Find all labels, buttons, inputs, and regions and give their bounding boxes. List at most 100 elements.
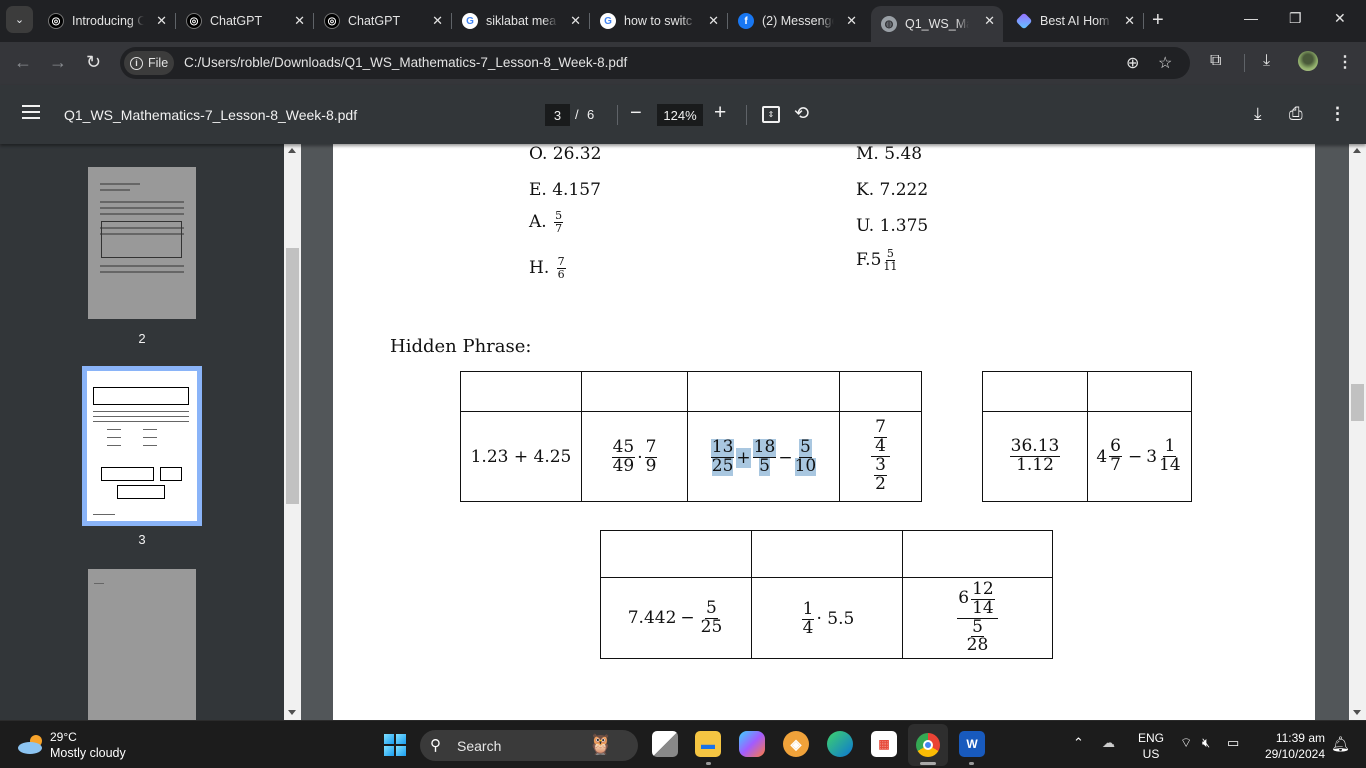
volume-muted-icon[interactable]: 🔇︎ <box>1202 735 1210 751</box>
thumb-text <box>100 213 184 215</box>
zoom-in-button[interactable]: + <box>714 101 726 125</box>
tab-siklabat[interactable]: G siklabat mea ✕ <box>452 6 590 36</box>
thumb-text <box>143 437 157 438</box>
wifi-icon[interactable]: ⌔ <box>1180 735 1192 751</box>
rotate-icon[interactable]: ⟲ <box>794 103 809 124</box>
weather-description[interactable]: Mostly cloudy <box>50 746 126 760</box>
onedrive-cloud-icon[interactable]: ☁ <box>1102 735 1115 751</box>
new-tab-button[interactable]: + <box>1152 10 1164 30</box>
problem-cell: 74 32 <box>839 411 922 502</box>
close-icon[interactable]: ✕ <box>846 13 857 29</box>
answer-cell[interactable] <box>1087 371 1192 412</box>
show-hidden-icons-chevron[interactable]: ⌃ <box>1073 735 1084 751</box>
thumb-text <box>143 445 157 446</box>
vpn-shield-icon[interactable]: ◈ <box>783 731 809 757</box>
close-icon[interactable]: ✕ <box>570 13 581 29</box>
tab-introducing[interactable]: ◎ Introducing C ✕ <box>38 6 176 36</box>
toolbar-divider <box>617 105 618 125</box>
page-number-input[interactable]: 3 <box>545 104 570 126</box>
task-view-icon[interactable] <box>652 731 678 757</box>
back-arrow-icon[interactable]: ← <box>14 52 32 73</box>
reload-icon[interactable]: ↻ <box>86 52 101 73</box>
tab-best-ai[interactable]: Best AI Hom ✕ <box>1006 6 1144 36</box>
zoom-level-input[interactable]: 124% <box>657 104 703 126</box>
zoom-out-button[interactable]: − <box>630 102 642 125</box>
forward-arrow-icon[interactable]: → <box>49 52 67 73</box>
answer-cell[interactable] <box>687 371 840 412</box>
scroll-down-arrow-icon[interactable] <box>288 710 296 715</box>
microsoft-store-icon[interactable]: ▦ <box>871 731 897 757</box>
pdf-filename: Q1_WS_Mathematics-7_Lesson-8_Week-8.pdf <box>64 107 358 123</box>
chrome-menu-icon[interactable]: ⋮ <box>1337 52 1353 72</box>
tab-how-to-switch[interactable]: G how to switc ✕ <box>590 6 728 36</box>
address-bar[interactable]: i File C:/Users/roble/Downloads/Q1_WS_Ma… <box>120 47 1190 79</box>
viewer-scroll-thumb[interactable] <box>1351 384 1364 421</box>
minimize-button[interactable]: — <box>1244 10 1258 26</box>
print-icon[interactable]: ⎙ <box>1289 104 1303 124</box>
chrome-icon[interactable] <box>908 724 948 766</box>
fit-to-page-icon[interactable]: ⇕ <box>762 106 780 123</box>
answer-cell[interactable] <box>751 530 903 578</box>
scroll-up-arrow-icon[interactable] <box>288 148 296 153</box>
system-clock[interactable]: 11:39 am 29/10/2024 <box>1255 730 1325 762</box>
viewer-scrollbar[interactable] <box>1349 144 1366 720</box>
tab-pdf-active[interactable]: ◍ Q1_WS_Math ✕ <box>871 6 1003 42</box>
notification-bell-icon[interactable]: 🔔︎ <box>1331 735 1350 753</box>
partly-cloudy-icon[interactable] <box>17 733 45 755</box>
restore-button[interactable]: ❐ <box>1289 10 1302 27</box>
windows-start-icon[interactable] <box>384 734 406 756</box>
page-thumbnail-2[interactable] <box>88 167 196 319</box>
profile-avatar[interactable] <box>1298 51 1318 71</box>
answer-cell[interactable] <box>581 371 688 412</box>
thumbnail-label: 3 <box>138 532 146 547</box>
thumb-text <box>93 411 189 412</box>
answer-cell[interactable] <box>902 530 1053 578</box>
tab-chatgpt-1[interactable]: ◎ ChatGPT ✕ <box>176 6 314 36</box>
choice-o: O. 26.32 <box>529 144 602 164</box>
url-text[interactable]: C:/Users/roble/Downloads/Q1_WS_Mathemati… <box>184 55 627 70</box>
scroll-up-arrow-icon[interactable] <box>1353 148 1361 153</box>
thumb-table <box>93 387 189 405</box>
page-thumbnail-4[interactable] <box>88 569 196 720</box>
sidebar-scrollbar[interactable] <box>284 144 301 720</box>
facebook-icon: f <box>738 13 754 29</box>
file-explorer-icon[interactable]: ▬ <box>695 731 721 757</box>
battery-icon[interactable]: ▭ <box>1227 735 1239 751</box>
thumb-text <box>93 421 189 422</box>
close-icon[interactable]: ✕ <box>294 13 305 29</box>
word-icon[interactable]: W <box>959 731 985 757</box>
window-close-button[interactable]: ✕ <box>1334 10 1346 27</box>
bookmark-star-icon[interactable]: ☆ <box>1158 53 1172 73</box>
choice-f: F. 5 5 11 <box>856 247 898 273</box>
tab-search-button[interactable]: ⌄ <box>6 6 33 33</box>
close-icon[interactable]: ✕ <box>432 13 443 29</box>
extensions-icon[interactable]: ⧉ <box>1210 52 1221 70</box>
answer-cell[interactable] <box>600 530 752 578</box>
close-icon[interactable]: ✕ <box>156 13 167 29</box>
answer-cell[interactable] <box>460 371 582 412</box>
weather-temperature[interactable]: 29°C <box>50 730 77 744</box>
taskbar-search[interactable]: ⚲ Search 🦉 <box>420 730 638 761</box>
close-icon[interactable]: ✕ <box>984 13 995 29</box>
answer-cell[interactable] <box>982 371 1088 412</box>
answer-cell[interactable] <box>839 371 922 412</box>
scroll-down-arrow-icon[interactable] <box>1353 710 1361 715</box>
close-icon[interactable]: ✕ <box>1124 13 1135 29</box>
language-indicator[interactable]: ENG US <box>1138 730 1164 762</box>
hamburger-menu-icon[interactable] <box>22 105 40 119</box>
tab-chatgpt-2[interactable]: ◎ ChatGPT ✕ <box>314 6 452 36</box>
copilot-icon[interactable] <box>739 731 765 757</box>
zoom-magnifier-icon[interactable]: ⊕ <box>1126 53 1139 73</box>
edge-icon[interactable] <box>827 731 853 757</box>
close-icon[interactable]: ✕ <box>708 13 719 29</box>
downloads-icon[interactable]: ⤓ <box>1263 52 1270 70</box>
pdf-more-options-icon[interactable]: ⋮ <box>1329 104 1346 124</box>
site-info-chip[interactable]: i File <box>124 51 174 75</box>
thumb-text <box>107 445 121 446</box>
tab-messenger[interactable]: f (2) Messenge ✕ <box>728 6 865 36</box>
hidden-phrase-table-1: 1.23 + 4.25 45 49 · 79 13 25 + 18 5 − 5 10 <box>460 371 922 502</box>
thumb-text <box>93 514 115 515</box>
page-thumbnail-3-selected[interactable] <box>82 366 202 526</box>
sidebar-scroll-thumb[interactable] <box>286 248 299 504</box>
pdf-download-icon[interactable]: ⤓ <box>1254 104 1262 124</box>
